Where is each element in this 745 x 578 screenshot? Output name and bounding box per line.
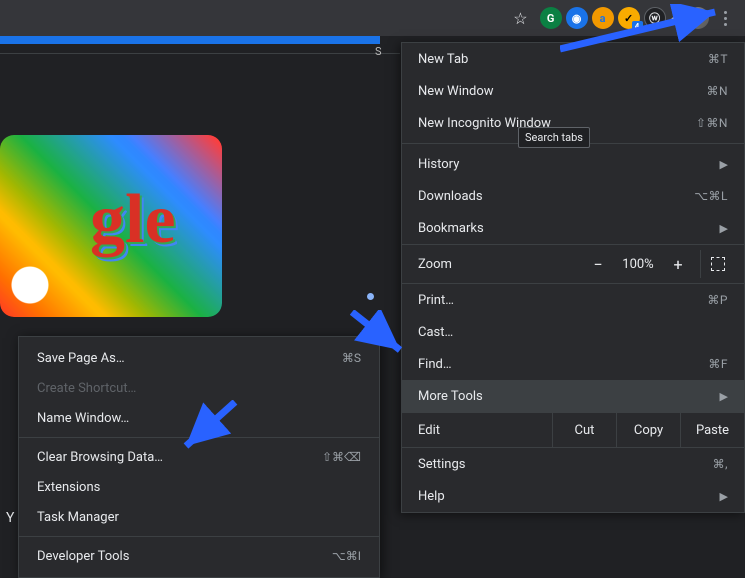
menu-help[interactable]: Help▶ [402,480,744,512]
chevron-right-icon: ▶ [720,222,728,235]
fullscreen-icon [711,257,725,271]
menu-bookmarks[interactable]: Bookmarks▶ [402,212,744,244]
annotation-arrow-icon [350,310,410,360]
annotation-arrow-icon [180,400,240,455]
edit-paste-button[interactable]: Paste [680,413,744,447]
extension-grammarly-icon[interactable]: G [540,7,562,29]
bookmarks-bar [0,44,400,54]
menu-edit-row: Edit Cut Copy Paste [402,412,744,448]
menu-cast[interactable]: Cast… [402,316,744,348]
zoom-label: Zoom [418,257,582,272]
chrome-main-menu: New Tab⌘T New Window⌘N New Incognito Win… [401,42,745,513]
menu-new-window[interactable]: New Window⌘N [402,75,744,107]
tab-highlight [0,36,380,44]
bookmark-star-icon[interactable]: ☆ [513,9,527,28]
page-y-label: Y [6,510,14,526]
zoom-out-button[interactable]: − [582,255,614,274]
submenu-save-page[interactable]: Save Page As…⌘S [19,343,379,373]
search-tabs-tooltip: Search tabs [518,127,590,148]
submenu-task-manager[interactable]: Task Manager [19,502,379,532]
chevron-right-icon: ▶ [720,158,728,171]
notification-dot-icon [367,293,374,300]
submenu-create-shortcut: Create Shortcut… [19,373,379,403]
menu-more-tools[interactable]: More Tools▶ [402,380,744,412]
submenu-extensions[interactable]: Extensions [19,472,379,502]
submenu-developer-tools[interactable]: Developer Tools⌥⌘I [19,541,379,571]
menu-history[interactable]: History▶ [402,148,744,180]
annotation-arrow-icon [560,4,730,54]
edit-copy-button[interactable]: Copy [616,413,680,447]
menu-zoom-row: Zoom − 100% + [402,244,744,284]
menu-downloads[interactable]: Downloads⌥⌘L [402,180,744,212]
more-tools-submenu: Save Page As…⌘S Create Shortcut… Name Wi… [18,336,380,578]
menu-settings[interactable]: Settings⌘, [402,448,744,480]
chevron-right-icon: ▶ [720,390,728,403]
edit-cut-button[interactable]: Cut [552,413,616,447]
submenu-separator [19,536,379,537]
bookmark-s-label: S [375,45,382,58]
google-doodle[interactable] [0,135,222,317]
menu-print[interactable]: Print…⌘P [402,284,744,316]
chevron-right-icon: ▶ [720,490,728,503]
menu-find[interactable]: Find…⌘F [402,348,744,380]
zoom-value: 100% [614,257,662,272]
zoom-in-button[interactable]: + [662,255,694,274]
edit-label: Edit [402,423,552,438]
fullscreen-button[interactable] [700,250,734,278]
